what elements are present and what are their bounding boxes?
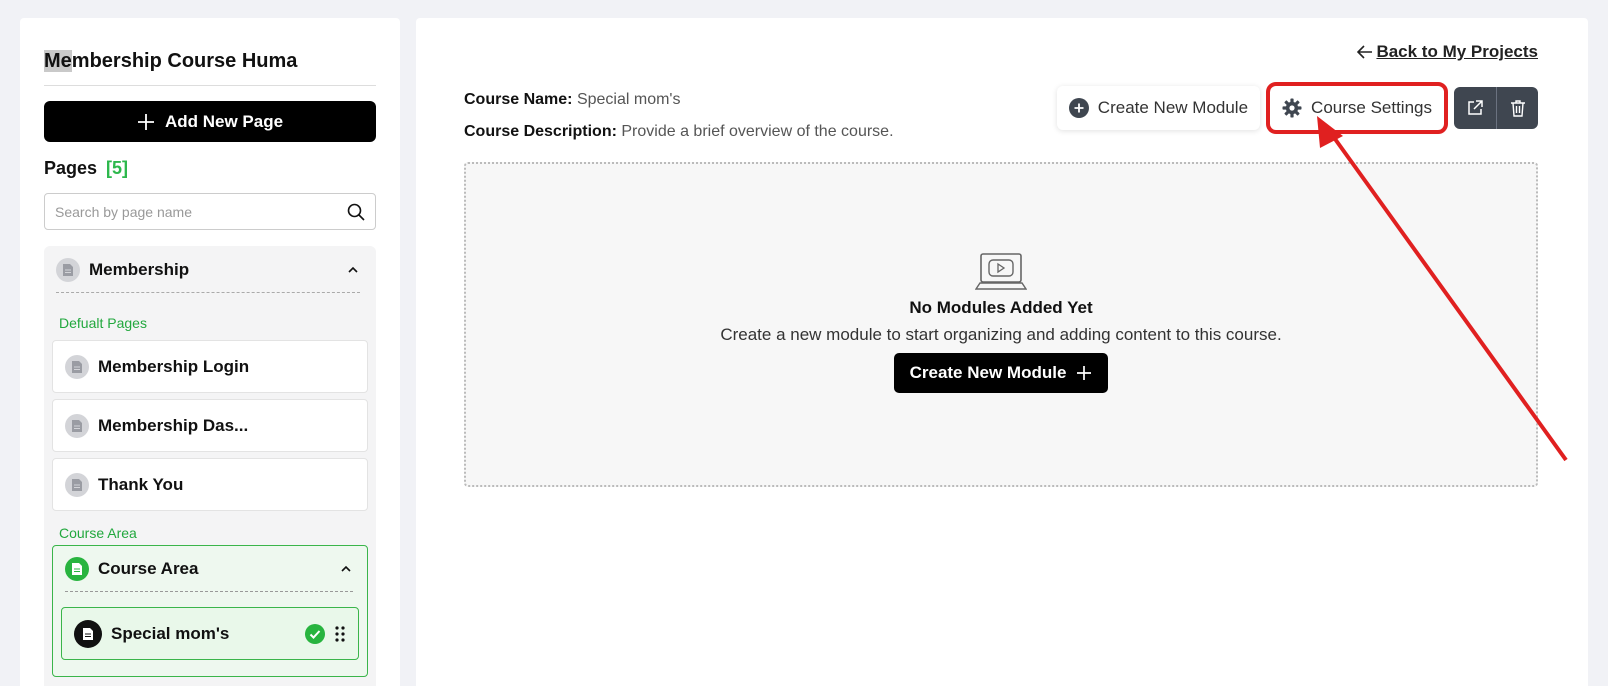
back-to-projects-link[interactable]: Back to My Projects (1357, 42, 1538, 62)
plus-circle-icon (1068, 98, 1089, 118)
project-title-text: mbership Course Huma (71, 50, 298, 72)
course-area-header[interactable]: Course Area (65, 546, 353, 592)
external-link-icon (1468, 100, 1483, 115)
create-new-module-label: Create New Module (1097, 98, 1249, 117)
page-item-label: Membership Login (98, 356, 250, 376)
plus-icon (1077, 366, 1092, 380)
create-new-module-button[interactable]: Create New Module (1056, 86, 1261, 130)
page-item-membership-dashboard[interactable]: Membership Das... (52, 399, 368, 452)
empty-create-module-label: Create New Module (909, 363, 1067, 382)
pages-count: [5] (106, 158, 129, 178)
course-info: Course Name: Special mom's Course Descri… (464, 84, 894, 148)
page-item-thank-you[interactable]: Thank You (52, 458, 368, 511)
laptop-video-icon (975, 253, 1027, 290)
trash-icon (1510, 100, 1525, 117)
document-icon (65, 354, 89, 379)
course-name-value: Special mom's (576, 91, 681, 108)
page-item-label: Thank You (98, 474, 184, 494)
document-icon (65, 472, 89, 497)
page-search (44, 193, 376, 230)
add-new-page-label: Add New Page (164, 111, 284, 131)
empty-state-title: No Modules Added Yet (909, 298, 1093, 317)
course-name-row: Course Name: Special mom's (464, 84, 894, 116)
document-icon (74, 619, 102, 648)
project-title-selection: Me (44, 50, 72, 72)
drag-handle-icon[interactable] (334, 625, 346, 643)
course-item[interactable]: Special mom's (61, 607, 359, 660)
empty-state-description: Create a new module to start organizing … (720, 325, 1282, 344)
chevron-up-icon[interactable] (339, 562, 353, 576)
arrow-left-icon (1357, 45, 1373, 59)
gear-icon (1282, 98, 1302, 118)
course-item-label: Special mom's (111, 623, 230, 643)
search-icon[interactable] (347, 203, 365, 221)
delete-course-button[interactable] (1496, 87, 1538, 129)
empty-create-module-button[interactable]: Create New Module (893, 353, 1109, 393)
course-description-row: Course Description: Provide a brief over… (464, 116, 894, 148)
page-group-membership: Membership Defualt Pages Membership Logi… (44, 246, 376, 686)
default-pages-label: Defualt Pages (59, 315, 147, 331)
plus-icon (137, 113, 154, 130)
course-description-value: Provide a brief overview of the course. (621, 123, 894, 140)
course-area-section-label: Course Area (59, 525, 137, 541)
document-icon (65, 413, 89, 438)
modules-empty-state: No Modules Added Yet Create a new module… (464, 162, 1538, 487)
page-item-membership-login[interactable]: Membership Login (52, 340, 368, 393)
course-name-label: Course Name: (464, 91, 573, 108)
check-circle-icon (305, 623, 325, 644)
open-external-button[interactable] (1454, 87, 1496, 129)
main-panel: Back to My Projects Course Name: Special… (416, 18, 1588, 686)
project-title[interactable]: Membership Course Huma (44, 50, 376, 86)
add-new-page-button[interactable]: Add New Page (44, 101, 376, 142)
pages-label: Pages (44, 158, 98, 178)
page-item-label: Membership Das... (98, 415, 249, 435)
back-to-projects-label: Back to My Projects (1376, 42, 1538, 61)
course-description-label: Course Description: (464, 123, 617, 140)
course-area-group: Course Area Special mom's (52, 545, 368, 677)
course-settings-button[interactable]: Course Settings (1266, 82, 1448, 134)
pages-header: Pages [5] (44, 158, 376, 179)
document-icon (65, 556, 89, 581)
document-icon (56, 258, 80, 282)
chevron-up-icon[interactable] (346, 263, 360, 277)
page-search-input[interactable] (55, 203, 347, 220)
course-toolbar: Create New Module Course Settings (1056, 82, 1538, 134)
sidebar: Membership Course Huma Add New Page Page… (20, 18, 400, 686)
group-name: Membership (89, 260, 190, 279)
course-actions-group (1454, 87, 1538, 129)
course-area-name: Course Area (98, 558, 199, 578)
group-header-membership[interactable]: Membership (56, 246, 360, 293)
course-settings-label: Course Settings (1311, 98, 1432, 117)
